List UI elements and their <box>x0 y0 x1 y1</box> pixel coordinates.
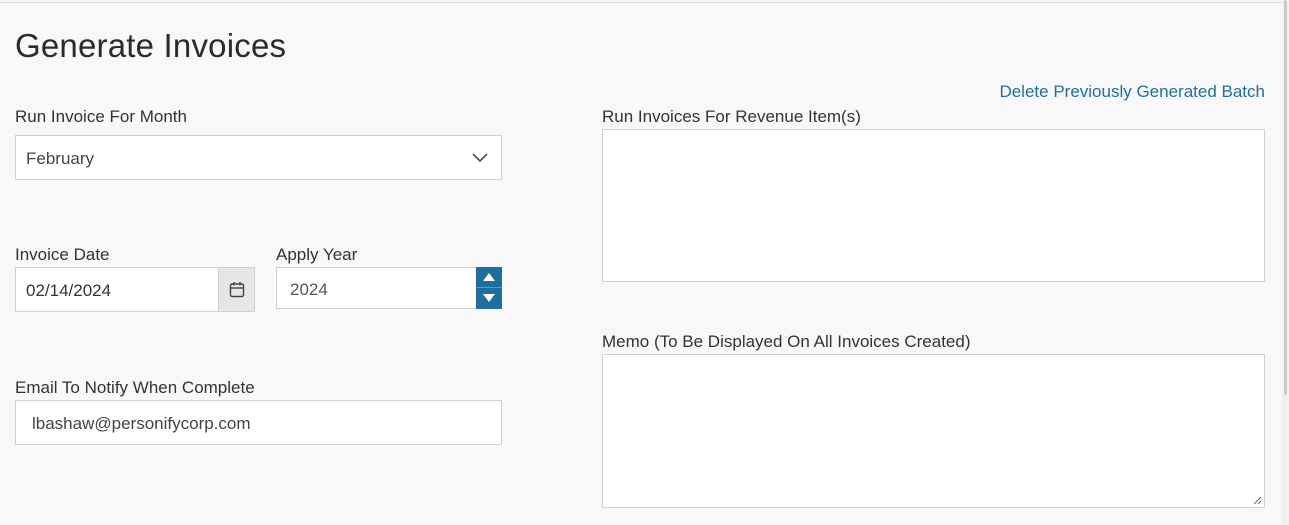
year-increment-button[interactable] <box>476 267 502 288</box>
month-selected-value: February <box>26 149 95 168</box>
delete-previous-batch-link[interactable]: Delete Previously Generated Batch <box>999 82 1265 102</box>
scrollbar-thumb[interactable] <box>1284 0 1287 395</box>
invoice-date-value: 02/14/2024 <box>26 281 112 300</box>
apply-year-label: Apply Year <box>276 245 358 264</box>
email-value: lbashaw@personifycorp.com <box>32 414 251 433</box>
memo-textarea[interactable] <box>602 354 1265 508</box>
month-select[interactable]: February <box>15 135 502 180</box>
invoice-date-label: Invoice Date <box>15 245 110 264</box>
revenue-items-label: Run Invoices For Revenue Item(s) <box>602 107 861 126</box>
invoice-date-input[interactable]: 02/14/2024 <box>15 267 255 312</box>
revenue-items-field[interactable] <box>602 129 1265 282</box>
date-picker-button[interactable] <box>218 268 254 311</box>
arrow-down-icon <box>483 294 495 302</box>
arrow-up-icon <box>483 273 495 281</box>
year-spinner <box>476 267 502 309</box>
resize-handle-icon[interactable] <box>1252 495 1262 505</box>
page-title: Generate Invoices <box>15 27 287 64</box>
email-label: Email To Notify When Complete <box>15 378 255 397</box>
email-input[interactable]: lbashaw@personifycorp.com <box>15 400 502 445</box>
apply-year-value: 2024 <box>290 280 328 299</box>
calendar-icon <box>229 282 245 298</box>
year-decrement-button[interactable] <box>476 288 502 309</box>
apply-year-input[interactable]: 2024 <box>276 267 502 309</box>
top-divider <box>0 2 1282 3</box>
memo-label: Memo (To Be Displayed On All Invoices Cr… <box>602 332 971 351</box>
chevron-down-icon <box>472 153 488 163</box>
month-label: Run Invoice For Month <box>15 107 187 126</box>
